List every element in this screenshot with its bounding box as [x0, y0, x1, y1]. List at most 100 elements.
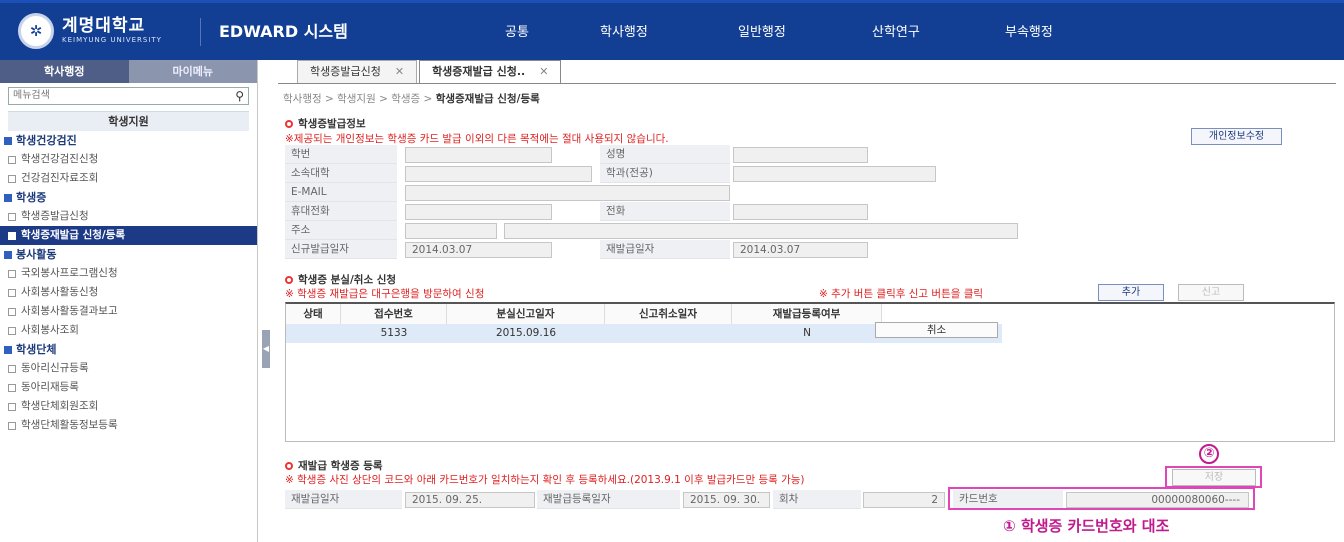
- email-field: [405, 185, 730, 201]
- tab-idcard-apply[interactable]: 학생증발급신청 ✕: [297, 60, 418, 84]
- menu-item-idcard-reissue[interactable]: 학생증재발급 신청/등록: [0, 226, 257, 245]
- menu-item-idcard-apply[interactable]: 학생증발급신청: [0, 207, 257, 226]
- tab-divider: [278, 83, 1336, 84]
- sidebar-tab-academic[interactable]: 학사행정: [0, 60, 129, 83]
- menu-group-volunteer[interactable]: 봉사활동: [0, 246, 257, 264]
- section-dot-icon: [285, 461, 293, 470]
- nav-common[interactable]: 공통: [505, 21, 529, 40]
- breadcrumb: 학사행정 > 학생지원 > 학생증 > 학생증재발급 신청/등록: [283, 93, 540, 105]
- col-header-cancel-date: 신고취소일자: [605, 304, 732, 324]
- section-dot-icon: [285, 275, 293, 284]
- menu-item-club-new[interactable]: 동아리신규등록: [0, 359, 257, 378]
- breadcrumb-current: 학생증재발급 신청/등록: [435, 93, 540, 105]
- close-icon[interactable]: ✕: [539, 65, 548, 78]
- menu-title: 학생지원: [8, 111, 249, 131]
- label-reissue: 재발급일자: [600, 240, 730, 259]
- label-reg-date: 재발급등록일자: [537, 490, 680, 509]
- section-dot-icon: [285, 119, 293, 128]
- group-square-icon: [4, 346, 12, 354]
- menu-item-club-activity[interactable]: 학생단체활동정보등록: [0, 416, 257, 435]
- menu-item-volunteer-lookup[interactable]: 사회봉사조회: [0, 321, 257, 340]
- menu-search-placeholder: 메뉴검색: [13, 90, 50, 101]
- zipcode-field: [405, 223, 497, 239]
- annotation-card-compare: ① 학생증 카드번호와 대조: [1003, 517, 1170, 535]
- label-email: E-MAIL: [285, 183, 397, 202]
- item-box-icon: [8, 383, 16, 392]
- section-title-reissue: 재발급 학생증 등록: [285, 458, 383, 473]
- reissue-date-field: 2014.03.07: [733, 242, 868, 258]
- nav-general[interactable]: 일반행정: [738, 21, 786, 40]
- label-first-issue: 신규발급일자: [285, 240, 397, 259]
- annotation-circle-1: ①: [1003, 517, 1016, 535]
- cancel-report-button[interactable]: 취소: [875, 322, 998, 338]
- dept-field: [733, 166, 936, 182]
- col-header-registered: 재발급등록여부: [732, 304, 882, 324]
- reg-date-value: 2015. 09. 30.: [683, 492, 770, 508]
- menu-item-volunteer-overseas[interactable]: 국외봉사프로그램신청: [0, 264, 257, 283]
- menu-item-volunteer-report[interactable]: 사회봉사활동결과보고: [0, 302, 257, 321]
- save-highlight-box: [1165, 466, 1262, 488]
- sidebar-tab-mymenu[interactable]: 마이메뉴: [128, 60, 257, 83]
- item-box-icon: [8, 421, 16, 430]
- label-count: 회차: [773, 490, 861, 509]
- nav-academic[interactable]: 학사행정: [600, 21, 648, 40]
- col-header-status: 상태: [286, 304, 341, 324]
- add-report-hint: ※ 추가 버튼 클릭후 신고 버튼을 클릭: [819, 288, 984, 300]
- menu-item-club-members[interactable]: 학생단체회원조회: [0, 397, 257, 416]
- tab-idcard-reissue[interactable]: 학생증재발급 신청.. ✕: [419, 60, 562, 84]
- item-box-icon: [8, 364, 16, 373]
- count-value: 2: [863, 492, 945, 508]
- menu-group-clubs[interactable]: 학생단체: [0, 341, 257, 359]
- close-icon[interactable]: ✕: [395, 65, 404, 78]
- reissue-date-value: 2015. 09. 25.: [405, 492, 535, 508]
- mobile-field: [405, 204, 552, 220]
- cell-status: [286, 324, 341, 343]
- label-phone: 전화: [600, 202, 730, 221]
- menu-item-club-renew[interactable]: 동아리재등록: [0, 378, 257, 397]
- item-box-icon: [8, 212, 16, 221]
- label-mobile: 휴대전화: [285, 202, 397, 221]
- nav-affiliated[interactable]: 부속행정: [1005, 21, 1053, 40]
- menu-group-idcard[interactable]: 학생증: [0, 189, 257, 207]
- nav-research[interactable]: 산학연구: [872, 21, 920, 40]
- group-square-icon: [4, 251, 12, 259]
- cell-report-date: 2015.09.16: [495, 327, 557, 339]
- annotation-circle-2: ②: [1199, 444, 1219, 464]
- logo-korean: 계명대학교: [62, 16, 146, 36]
- student-no-field: [405, 147, 552, 163]
- section-title-lost: 학생증 분실/취소 신청: [285, 272, 396, 287]
- system-title: EDWARD 시스템: [200, 18, 348, 46]
- cell-registered: N: [803, 327, 811, 339]
- add-button[interactable]: 추가: [1098, 284, 1164, 301]
- report-button[interactable]: 신고: [1178, 284, 1244, 301]
- menu-item-volunteer-apply[interactable]: 사회봉사활동신청: [0, 283, 257, 302]
- first-issue-field: 2014.03.07: [405, 242, 552, 258]
- name-field: [733, 147, 868, 163]
- menu-item-health-apply[interactable]: 학생건강검진신청: [0, 150, 257, 169]
- search-icon[interactable]: ⚲: [235, 88, 244, 104]
- label-college: 소속대학: [285, 164, 397, 183]
- group-square-icon: [4, 194, 12, 202]
- label-reissue-date: 재발급일자: [285, 490, 402, 509]
- label-name: 성명: [600, 145, 730, 164]
- item-box-icon: [8, 155, 16, 164]
- item-box-icon: [8, 288, 16, 297]
- address-field: [504, 223, 1018, 239]
- privacy-notice: ※제공되는 개인정보는 학생증 카드 발급 이외의 다른 목적에는 절대 사용되…: [285, 133, 669, 145]
- edit-personal-info-button[interactable]: 개인정보수정: [1191, 128, 1282, 145]
- university-logo[interactable]: ✲ 계명대학교 KEIMYUNG UNIVERSITY: [18, 13, 162, 49]
- phone-field: [733, 204, 868, 220]
- group-square-icon: [4, 137, 12, 145]
- menu-search-input[interactable]: 메뉴검색 ⚲: [8, 87, 249, 105]
- menu-group-health[interactable]: 학생건강검진: [0, 132, 257, 150]
- item-box-icon: [8, 402, 16, 411]
- lost-report-table: 상태 접수번호 분실신고일자 신고취소일자 재발급등록여부 5133 2015.…: [285, 302, 1335, 442]
- top-header: ✲ 계명대학교 KEIMYUNG UNIVERSITY EDWARD 시스템 공…: [0, 0, 1344, 60]
- sidebar-collapse-icon[interactable]: ◀: [262, 330, 270, 368]
- menu-item-health-lookup[interactable]: 건강검진자료조회: [0, 169, 257, 188]
- section-title-info: 학생증발급정보: [285, 116, 366, 131]
- label-address: 주소: [285, 221, 397, 240]
- sidebar: 학사행정 마이메뉴 메뉴검색 ⚲ 학생지원 학생건강검진 학생건강검진신청 건강…: [0, 60, 258, 542]
- card-code-notice: ※ 학생증 사진 상단의 코드와 아래 카드번호가 일치하는지 확인 후 등록하…: [285, 474, 805, 486]
- university-seal-icon: ✲: [18, 13, 54, 49]
